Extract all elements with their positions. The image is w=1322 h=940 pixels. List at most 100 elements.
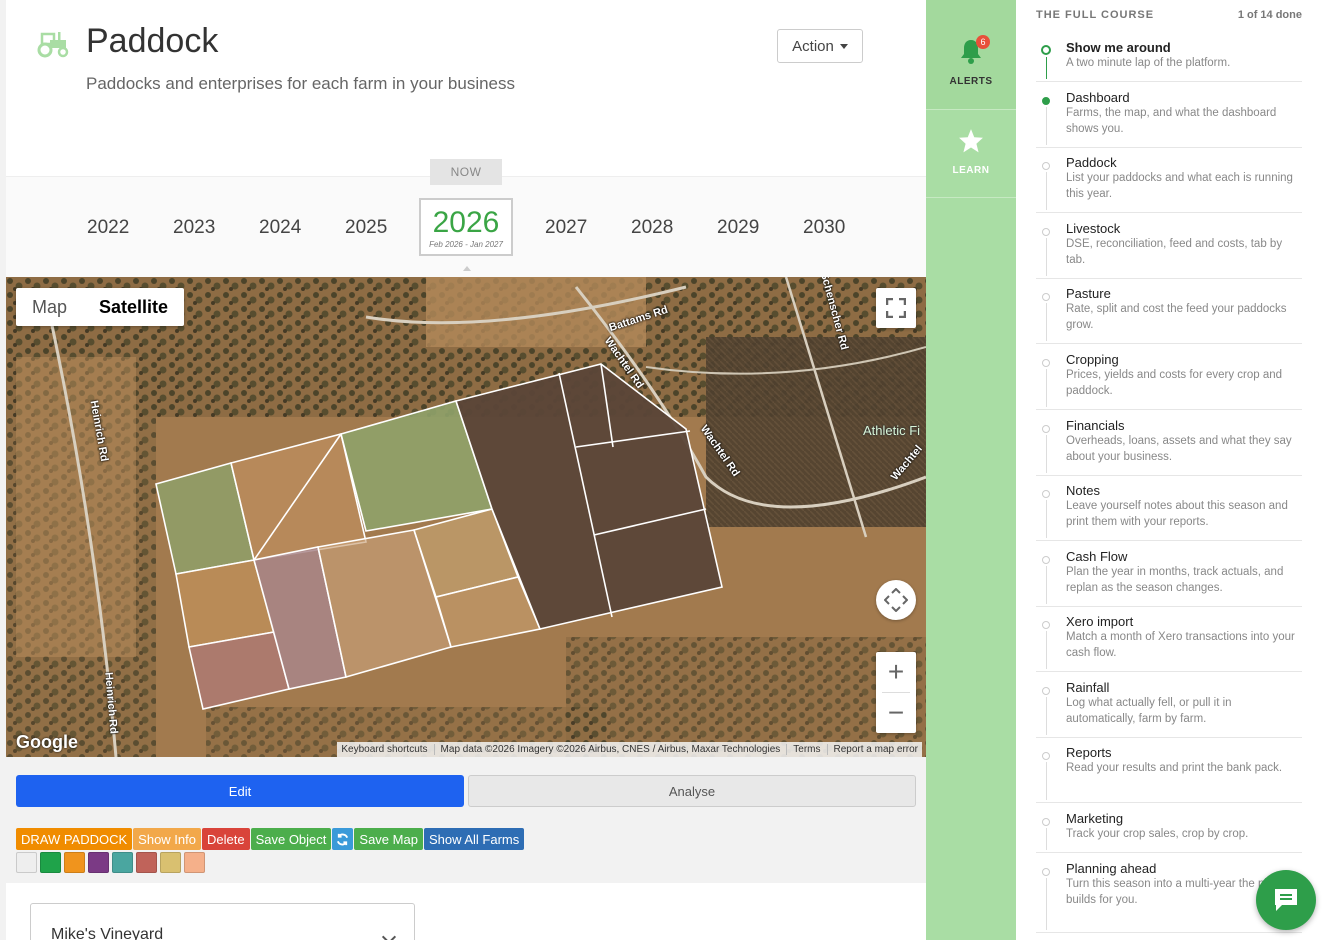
rail-alerts-button[interactable]: 6 ALERTS bbox=[926, 0, 1016, 110]
step-connector bbox=[1046, 57, 1047, 79]
show-all-farms-button[interactable]: Show All Farms bbox=[423, 828, 525, 850]
step-status-icon bbox=[1042, 687, 1050, 695]
step-status-icon bbox=[1042, 556, 1050, 564]
pan-control-button[interactable] bbox=[876, 580, 916, 620]
course-step[interactable]: Xero import Match a month of Xero transac… bbox=[1036, 614, 1302, 672]
swatch-yellow[interactable] bbox=[160, 852, 181, 873]
satellite-map[interactable]: Battams Rd Wachtel Rd Schenscher Rd Hein… bbox=[6, 277, 926, 757]
swatch-green[interactable] bbox=[40, 852, 61, 873]
course-step[interactable]: Cash Flow Plan the year in months, track … bbox=[1036, 549, 1302, 607]
step-title: Rainfall bbox=[1066, 680, 1110, 695]
step-connector bbox=[1046, 566, 1047, 604]
step-status-icon bbox=[1042, 425, 1050, 433]
step-description: Log what actually fell, or pull it in au… bbox=[1066, 697, 1232, 725]
current-year-range: Feb 2026 - Jan 2027 bbox=[429, 240, 503, 249]
year-2026-current[interactable]: 2026 Feb 2026 - Jan 2027 bbox=[419, 198, 513, 256]
zoom-in-button[interactable]: + bbox=[876, 652, 916, 692]
course-step[interactable]: Cropping Prices, yields and costs for eve… bbox=[1036, 352, 1302, 410]
course-progress: 1 of 14 done bbox=[1237, 9, 1302, 21]
swatch-peach[interactable] bbox=[184, 852, 205, 873]
step-status-icon bbox=[1042, 752, 1050, 760]
year-2023[interactable]: 2023 bbox=[173, 217, 215, 239]
year-2029[interactable]: 2029 bbox=[717, 217, 759, 239]
swatch-red[interactable] bbox=[136, 852, 157, 873]
swatch-teal[interactable] bbox=[112, 852, 133, 873]
action-label: Action bbox=[792, 37, 834, 55]
course-step[interactable]: Marketing Track your crop sales, crop by … bbox=[1036, 811, 1302, 853]
course-step[interactable]: Notes Leave yourself notes about this sea… bbox=[1036, 483, 1302, 541]
year-2022[interactable]: 2022 bbox=[87, 217, 129, 239]
course-step[interactable]: Financials Overheads, loans, assets and w… bbox=[1036, 418, 1302, 476]
swatch-white[interactable] bbox=[16, 852, 37, 873]
alerts-count-badge: 6 bbox=[976, 35, 990, 49]
map-type-map-button[interactable]: Map bbox=[16, 288, 83, 326]
zoom-control: + − bbox=[876, 652, 916, 733]
refresh-button[interactable] bbox=[332, 828, 354, 850]
page-header: Paddock Paddocks and enterprises for eac… bbox=[6, 0, 926, 176]
map-type-satellite-button[interactable]: Satellite bbox=[83, 288, 184, 326]
show-info-button[interactable]: Show Info bbox=[133, 828, 201, 850]
save-object-button[interactable]: Save Object bbox=[250, 828, 332, 850]
fullscreen-button[interactable] bbox=[876, 288, 916, 328]
year-pointer-icon bbox=[463, 266, 471, 271]
step-connector bbox=[1046, 172, 1047, 210]
course-step[interactable]: Rainfall Log what actually fell, or pull … bbox=[1036, 680, 1302, 738]
edit-panel: Edit Analyse DRAW PADDOCK Show Info Dele… bbox=[6, 757, 926, 883]
step-connector bbox=[1046, 435, 1047, 473]
course-panel: THE FULL COURSE 1 of 14 done Show me aro… bbox=[1016, 0, 1322, 940]
year-2024[interactable]: 2024 bbox=[259, 217, 301, 239]
terms-link[interactable]: Terms bbox=[793, 744, 828, 755]
step-description: Read your results and print the bank pac… bbox=[1066, 762, 1283, 774]
farm-select-value: Mike's Vineyard bbox=[51, 926, 164, 940]
course-step[interactable]: Livestock DSE, reconciliation, feed and c… bbox=[1036, 221, 1302, 279]
step-description: Match a month of Xero transactions into … bbox=[1066, 631, 1295, 659]
step-title: Cash Flow bbox=[1066, 549, 1128, 564]
year-2027[interactable]: 2027 bbox=[545, 217, 587, 239]
zoom-out-button[interactable]: − bbox=[876, 693, 916, 733]
tractor-icon bbox=[37, 32, 69, 58]
current-year-number: 2026 bbox=[432, 206, 500, 239]
step-status-icon bbox=[1042, 868, 1050, 876]
report-error-link[interactable]: Report a map error bbox=[834, 744, 918, 755]
step-title: Livestock bbox=[1066, 221, 1121, 236]
alerts-label: ALERTS bbox=[949, 76, 993, 87]
course-step[interactable]: Reports Read your results and print the b… bbox=[1036, 745, 1302, 803]
page-subtitle: Paddocks and enterprises for each farm i… bbox=[86, 74, 516, 93]
step-status-icon bbox=[1042, 818, 1050, 826]
course-step[interactable]: Paddock List your paddocks and what each … bbox=[1036, 155, 1302, 213]
step-description: List your paddocks and what each is runn… bbox=[1066, 172, 1293, 200]
swatch-orange[interactable] bbox=[64, 852, 85, 873]
step-title: Pasture bbox=[1066, 286, 1111, 301]
map-type-control: Map Satellite bbox=[16, 288, 185, 326]
keyboard-shortcuts-link[interactable]: Keyboard shortcuts bbox=[341, 744, 435, 755]
map-data-text: Map data ©2026 Imagery ©2026 Airbus, CNE… bbox=[441, 744, 788, 755]
step-status-icon bbox=[1042, 359, 1050, 367]
farm-select[interactable]: Mike's Vineyard bbox=[30, 903, 415, 940]
rail-learn-button[interactable]: LEARN bbox=[926, 110, 1016, 198]
year-2030[interactable]: 2030 bbox=[803, 217, 845, 239]
swatch-purple[interactable] bbox=[88, 852, 109, 873]
save-map-button[interactable]: Save Map bbox=[354, 828, 423, 850]
action-dropdown-button[interactable]: Action bbox=[777, 29, 863, 63]
course-step[interactable]: Dashboard Farms, the map, and what the da… bbox=[1036, 90, 1302, 148]
step-connector bbox=[1046, 500, 1047, 538]
step-status-icon bbox=[1042, 490, 1050, 498]
step-connector bbox=[1046, 369, 1047, 407]
step-connector bbox=[1046, 631, 1047, 669]
year-2028[interactable]: 2028 bbox=[631, 217, 673, 239]
tab-analyse[interactable]: Analyse bbox=[468, 775, 916, 807]
course-step[interactable]: Pasture Rate, split and cost the feed you… bbox=[1036, 286, 1302, 344]
step-status-icon bbox=[1042, 621, 1050, 629]
tab-edit[interactable]: Edit bbox=[16, 775, 464, 807]
draw-paddock-button[interactable]: DRAW PADDOCK bbox=[16, 828, 133, 850]
year-2025[interactable]: 2025 bbox=[345, 217, 387, 239]
refresh-icon bbox=[337, 833, 349, 845]
year-selector: NOW 2022 2023 2024 2025 2026 Feb 2026 - … bbox=[6, 159, 926, 277]
course-step[interactable]: Show me around A two minute lap of the pl… bbox=[1036, 40, 1302, 82]
course-title: THE FULL COURSE bbox=[1036, 9, 1155, 21]
step-connector bbox=[1046, 107, 1047, 145]
delete-button[interactable]: Delete bbox=[202, 828, 250, 850]
page-title: Paddock bbox=[86, 22, 219, 60]
step-description: Overheads, loans, assets and what they s… bbox=[1066, 435, 1292, 463]
chat-button[interactable] bbox=[1256, 870, 1316, 930]
